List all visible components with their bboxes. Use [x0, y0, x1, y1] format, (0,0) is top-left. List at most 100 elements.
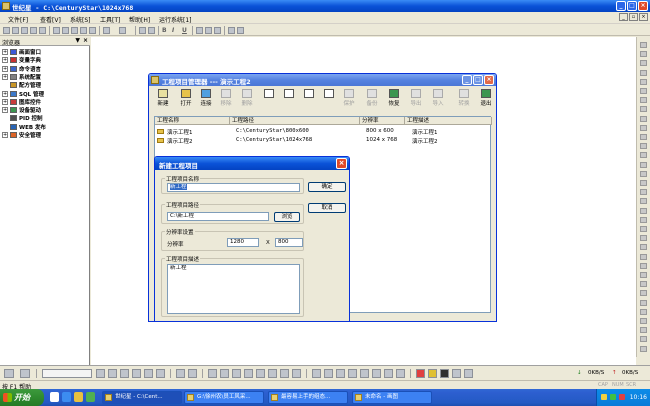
- flip-icon[interactable]: [132, 369, 141, 378]
- maximize-button[interactable]: □: [627, 1, 637, 11]
- new-file-icon[interactable]: [3, 27, 10, 34]
- right-tool-icon[interactable]: [640, 189, 647, 196]
- project-path-input[interactable]: C:\新工程: [167, 212, 269, 221]
- pm-maximize-button[interactable]: □: [473, 75, 483, 85]
- menu-file[interactable]: 文件[F]: [8, 15, 28, 24]
- column-header-description[interactable]: 工程描述: [405, 117, 492, 125]
- line-width-icon[interactable]: [464, 369, 473, 378]
- right-tool-icon[interactable]: [640, 170, 647, 177]
- project-path-cell[interactable]: C:\CenturyStar\800x600: [236, 128, 309, 134]
- right-tool-icon[interactable]: [640, 134, 647, 140]
- minimize-button[interactable]: _: [616, 1, 626, 11]
- pm-tool-button[interactable]: [319, 88, 339, 108]
- menu-system[interactable]: 系统[S]: [70, 15, 91, 24]
- browser-close-icon[interactable]: ×: [83, 37, 88, 44]
- duplicate-icon[interactable]: [89, 27, 96, 34]
- ellipse-tool-icon[interactable]: [336, 369, 345, 378]
- project-name-cell[interactable]: 演示工程2: [167, 137, 193, 145]
- pm-tool-button[interactable]: 保护: [339, 88, 359, 108]
- expand-toggle-icon[interactable]: [2, 82, 8, 89]
- pm-close-button[interactable]: ×: [484, 75, 494, 85]
- ok-button[interactable]: 确定: [308, 182, 346, 192]
- mdi-minimize-button[interactable]: _: [619, 13, 628, 21]
- project-manager-title-bar[interactable]: 工程项目管理器 --- 演示工程2 _ □ ×: [149, 74, 496, 86]
- line-tool-icon[interactable]: [312, 369, 321, 378]
- description-textarea[interactable]: 新工程: [167, 264, 300, 314]
- print-icon[interactable]: [39, 27, 46, 34]
- italic-button[interactable]: I: [172, 27, 174, 34]
- ungroup-icon[interactable]: [156, 369, 165, 378]
- align-top-icon[interactable]: [208, 369, 217, 378]
- pm-tool-button[interactable]: 导出: [406, 88, 426, 108]
- tree-item[interactable]: WEB 发布: [2, 123, 46, 131]
- pm-minimize-button[interactable]: _: [462, 75, 472, 85]
- menu-tools[interactable]: 工具[T]: [100, 15, 120, 24]
- column-header-resolution[interactable]: 分辨率: [360, 117, 405, 125]
- right-tool-icon[interactable]: [640, 207, 647, 214]
- align-right-icon[interactable]: [214, 27, 221, 34]
- menu-run-system[interactable]: 运行系统[1]: [159, 15, 192, 24]
- menu-help[interactable]: 帮助[H]: [129, 15, 150, 24]
- send-back-icon[interactable]: [188, 369, 197, 378]
- properties-icon[interactable]: [20, 369, 30, 378]
- right-tool-icon[interactable]: [640, 226, 647, 232]
- right-tool-icon[interactable]: [640, 152, 647, 159]
- font-size-icon[interactable]: [148, 27, 155, 34]
- trend-tool-icon[interactable]: [396, 369, 405, 378]
- right-tool-icon[interactable]: [640, 299, 647, 306]
- bold-button[interactable]: B: [162, 27, 167, 34]
- pm-tool-button[interactable]: 移除: [216, 88, 236, 108]
- text-tool-bottom-icon[interactable]: [360, 369, 369, 378]
- delete-icon[interactable]: [80, 27, 87, 34]
- line-style-icon[interactable]: [452, 369, 461, 378]
- ie-icon[interactable]: [62, 392, 71, 402]
- expand-toggle-icon[interactable]: +: [2, 107, 8, 114]
- right-tool-icon[interactable]: [640, 281, 647, 288]
- tree-item[interactable]: 配方管理: [2, 81, 41, 89]
- column-header-path[interactable]: 工程路径: [230, 117, 360, 125]
- project-resolution-cell[interactable]: 800 x 600: [366, 128, 394, 134]
- start-button[interactable]: 开始: [0, 389, 44, 406]
- expand-toggle-icon[interactable]: +: [2, 65, 8, 72]
- right-tool-icon[interactable]: [640, 327, 647, 334]
- right-tool-icon[interactable]: [640, 198, 647, 205]
- distribute-v-icon[interactable]: [256, 369, 265, 378]
- expand-toggle-icon[interactable]: +: [2, 90, 8, 97]
- right-tool-icon[interactable]: [640, 345, 647, 352]
- pm-tool-button[interactable]: 删除: [237, 88, 257, 108]
- same-height-icon[interactable]: [280, 369, 289, 378]
- snap-icon[interactable]: [237, 27, 244, 34]
- right-tool-icon[interactable]: [640, 69, 647, 76]
- right-tool-icon[interactable]: [640, 216, 647, 223]
- pm-tool-button[interactable]: 退出: [476, 88, 496, 108]
- tree-item[interactable]: + 安全管理: [2, 131, 41, 139]
- pin-icon[interactable]: ▼: [75, 37, 80, 44]
- right-tool-icon[interactable]: [640, 180, 647, 186]
- expand-toggle-icon[interactable]: +: [2, 132, 8, 138]
- copy-icon[interactable]: [62, 27, 69, 34]
- right-tool-icon[interactable]: [640, 42, 647, 48]
- grid-icon[interactable]: [228, 27, 235, 34]
- project-name-input[interactable]: 新工程: [167, 183, 300, 192]
- project-description-cell[interactable]: 演示工程1: [412, 128, 438, 136]
- align-left-icon[interactable]: [196, 27, 203, 34]
- browse-button[interactable]: 浏览: [274, 212, 300, 222]
- right-tool-icon[interactable]: [640, 290, 647, 297]
- tree-item[interactable]: + 画面窗口: [2, 48, 41, 56]
- pm-tool-button[interactable]: [299, 88, 319, 108]
- right-tool-icon[interactable]: [640, 78, 647, 85]
- tree-item[interactable]: + 变量字典: [2, 56, 41, 64]
- right-tool-icon[interactable]: [640, 253, 647, 260]
- tray-volume-icon[interactable]: [601, 394, 607, 400]
- zoom-out-icon[interactable]: [108, 369, 117, 378]
- rect-tool-icon[interactable]: [324, 369, 333, 378]
- media-player-icon[interactable]: [86, 392, 95, 402]
- right-tool-icon[interactable]: [640, 143, 647, 150]
- align-center-icon[interactable]: [205, 27, 212, 34]
- bring-front-icon[interactable]: [176, 369, 185, 378]
- expand-toggle-icon[interactable]: +: [2, 98, 8, 105]
- project-resolution-cell[interactable]: 1024 x 768: [366, 137, 397, 143]
- rotate-icon[interactable]: [120, 369, 129, 378]
- same-width-icon[interactable]: [268, 369, 277, 378]
- right-tool-icon[interactable]: [640, 318, 647, 324]
